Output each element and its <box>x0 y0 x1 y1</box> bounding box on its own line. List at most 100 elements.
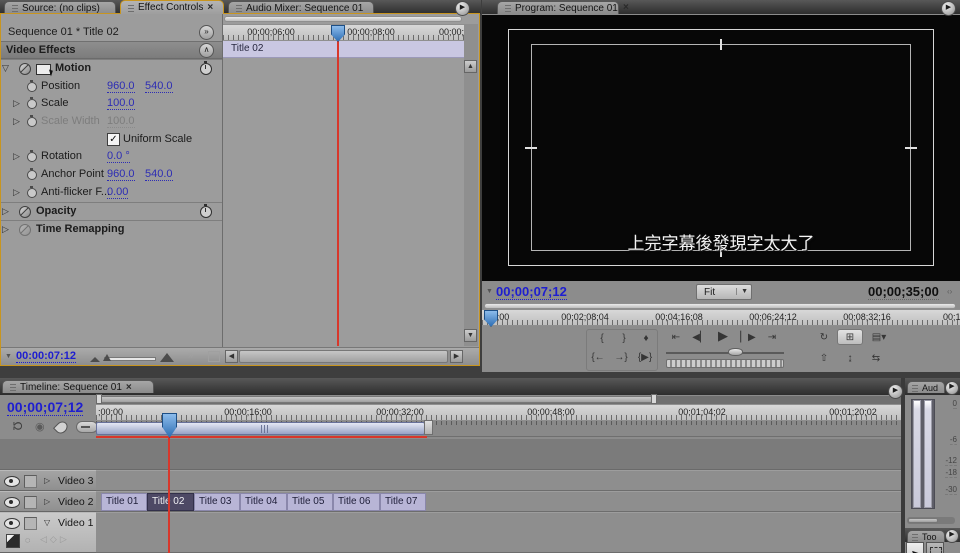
timecode-context-icon[interactable]: ▼ <box>486 288 493 295</box>
expander-icon[interactable]: ▷ <box>13 116 20 127</box>
go-to-out-button[interactable]: →} <box>611 350 631 366</box>
go-to-next-edit-button[interactable]: ⇥ <box>762 330 782 346</box>
collapse-section-button[interactable]: ∧ <box>199 43 214 58</box>
timecode-context-icon[interactable]: ▼ <box>5 353 12 360</box>
extract-button[interactable]: ↨ <box>840 351 860 367</box>
property-value[interactable]: 100.0 <box>107 97 135 110</box>
ec-view-zoombar[interactable] <box>224 16 462 22</box>
selection-tool-button[interactable]: ▶ <box>906 542 924 553</box>
track-content-video-2[interactable]: Title 01Title 02Title 03Title 04Title 05… <box>96 491 901 512</box>
expander-icon[interactable]: ▷ <box>13 98 20 109</box>
clip-title-03[interactable]: Title 03 <box>194 493 240 511</box>
track-content-video-1[interactable] <box>96 512 901 553</box>
property-value[interactable]: 100.0 <box>107 115 135 128</box>
zoom-handle-right[interactable] <box>651 394 657 404</box>
trim-button[interactable]: ⇆ <box>866 351 886 367</box>
toggle-button[interactable] <box>76 421 98 433</box>
jog-disk[interactable] <box>666 359 784 368</box>
set-display-style-icon[interactable] <box>6 534 20 548</box>
subtitle-text[interactable]: 上完字幕後發現字太大了 <box>482 229 960 254</box>
step-back-button[interactable]: ◀▏ <box>690 330 710 346</box>
clip-title-05[interactable]: Title 05 <box>287 493 333 511</box>
toggle-sync-lock-well[interactable] <box>24 496 37 509</box>
close-icon[interactable]: × <box>126 383 132 392</box>
toggle-animation-icon[interactable] <box>27 117 37 127</box>
show-hide-timeline-view-button[interactable]: » <box>199 25 214 40</box>
zoom-level-select[interactable]: Fit ▼ <box>696 284 752 300</box>
zoom-slider-thumb[interactable] <box>103 354 111 361</box>
go-to-previous-edit-button[interactable]: ⇤ <box>666 330 686 346</box>
loop-button[interactable]: ↻ <box>814 330 834 346</box>
zoom-handle-left[interactable] <box>96 394 102 404</box>
play-button[interactable]: ▶ <box>713 328 733 344</box>
ec-current-timecode[interactable]: 00:00:07:12 <box>16 350 76 363</box>
expander-icon[interactable]: ▷ <box>2 206 9 217</box>
scroll-down-icon[interactable]: ▼ <box>464 329 477 342</box>
property-value[interactable]: 0.0 ° <box>107 150 130 163</box>
play-audio-icon[interactable]: » <box>188 350 194 361</box>
zoom-out-icon[interactable] <box>90 357 100 362</box>
close-icon[interactable]: × <box>623 3 629 12</box>
scroll-left-icon[interactable]: ◀ <box>225 350 238 363</box>
toggle-animation-icon[interactable] <box>27 99 37 109</box>
velocity-icon[interactable] <box>208 351 220 362</box>
toggle-animation-icon[interactable] <box>27 152 37 162</box>
zoom-in-icon[interactable] <box>160 353 174 362</box>
clip-title-06[interactable]: Title 06 <box>333 493 380 511</box>
toggle-animation-icon[interactable] <box>27 82 37 92</box>
property-value[interactable]: 0.00 <box>107 186 128 199</box>
zoom-scroll-thumb[interactable] <box>97 396 657 403</box>
tab-audio-meter[interactable]: Aud <box>907 381 945 393</box>
toggle-sync-lock-well[interactable] <box>24 475 37 488</box>
set-out-point-button[interactable]: } <box>614 331 634 347</box>
clip-title-07[interactable]: Title 07 <box>380 493 426 511</box>
tab-effect-controls[interactable]: Effect Controls× <box>120 0 224 14</box>
toggle-track-output-icon[interactable] <box>4 476 20 487</box>
snap-icon[interactable]: Ω <box>10 422 24 431</box>
ec-vscrollbar[interactable]: ▲ ▼ <box>464 24 478 346</box>
close-icon[interactable]: × <box>207 3 213 12</box>
tab-audio-mixer-sequence-01[interactable]: Audio Mixer: Sequence 01 <box>228 1 374 14</box>
ec-hscrollbar[interactable]: ◀ ▶ <box>225 350 463 364</box>
panel-menu-button[interactable]: ▶ <box>455 1 470 16</box>
property-value[interactable]: 960.0 <box>107 80 135 93</box>
track-select-tool-button[interactable] <box>926 542 944 553</box>
tab-source-no-clips[interactable]: Source: (no clips) <box>4 1 116 14</box>
ec-zoom-slider[interactable] <box>104 357 156 361</box>
encore-chapter-marker-icon[interactable]: ◉ <box>35 420 45 433</box>
step-forward-button[interactable]: ▏▶ <box>738 330 758 346</box>
tab-tools[interactable]: Too <box>907 530 945 542</box>
expander-icon[interactable]: ▽ <box>2 63 9 74</box>
expander-icon[interactable]: ▷ <box>13 187 20 198</box>
lift-button[interactable]: ⇧ <box>814 351 834 367</box>
stopwatch-icon[interactable] <box>200 206 212 218</box>
scroll-up-icon[interactable]: ▲ <box>464 60 477 73</box>
timeline-panel-menu-button[interactable]: ▶ <box>888 384 903 399</box>
set-unnumbered-marker-button[interactable]: ♦ <box>636 331 656 347</box>
timeline-zoom-scrollbar[interactable] <box>96 396 901 404</box>
timeline-ruler[interactable]: ;00;0000;00;16;0000;00;32;0000;00;48;000… <box>96 404 901 421</box>
tab-timeline-sequence-01[interactable]: Timeline: Sequence 01 × <box>2 380 154 393</box>
timeline-current-timecode[interactable]: 00;00;07;12 <box>7 399 83 416</box>
property-value[interactable]: 960.0 <box>107 168 135 181</box>
clip-title-02[interactable]: Title 02 <box>147 493 194 511</box>
toggle-track-output-icon[interactable] <box>4 518 20 529</box>
tab-program-sequence-01[interactable]: Program: Sequence 01 ▼ <box>497 1 619 14</box>
meter-scroll-thumb[interactable] <box>908 518 938 523</box>
work-area-end-handle[interactable] <box>424 420 433 435</box>
toggle-sync-lock-well[interactable] <box>24 517 37 530</box>
track-expander-icon[interactable]: ▷ <box>44 497 50 506</box>
work-area-bar[interactable] <box>96 422 425 435</box>
toggle-track-output-icon[interactable] <box>4 497 20 508</box>
expander-icon[interactable]: ▷ <box>13 151 20 162</box>
property-value[interactable]: 540.0 <box>145 80 173 93</box>
output-button[interactable]: ▤▾ <box>867 330 891 346</box>
show-keyframes-icon[interactable]: ◌ <box>25 535 30 545</box>
set-in-point-button[interactable]: { <box>592 331 612 347</box>
toggle-animation-icon[interactable] <box>27 188 37 198</box>
meter-panel-menu-button[interactable]: ▶ <box>945 381 959 395</box>
chevron-down-icon[interactable]: ▼ <box>736 288 748 295</box>
program-panel-menu-button[interactable]: ▶ <box>941 1 956 16</box>
stopwatch-icon[interactable] <box>200 63 212 75</box>
shuttle-slider[interactable] <box>728 348 743 356</box>
